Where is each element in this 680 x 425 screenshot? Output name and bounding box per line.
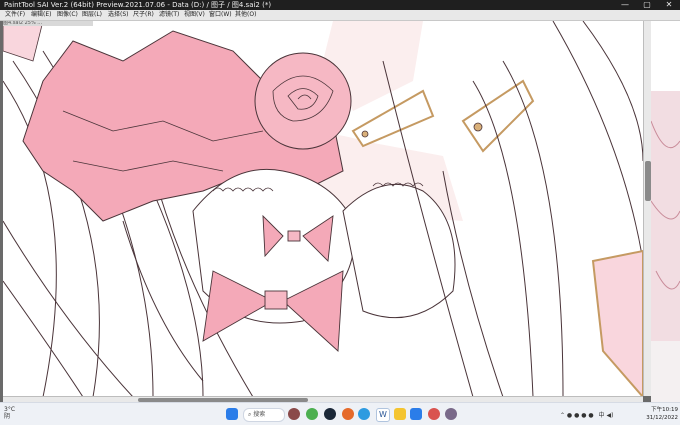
background-window[interactable] <box>651 21 680 402</box>
word-icon[interactable]: W <box>376 408 390 422</box>
close-icon[interactable]: ✕ <box>658 0 680 10</box>
system-tray: ⌃ ● ● ● ● 中 ◀) <box>560 410 640 420</box>
background-artwork <box>651 21 680 341</box>
window-titlebar: PaintTool SAI Ver.2 (64bit) Preview.2021… <box>0 0 680 10</box>
tray-icons[interactable]: ⌃ ● ● ● ● <box>560 412 594 419</box>
artwork <box>3 21 643 397</box>
chrome-icon[interactable] <box>306 408 318 420</box>
clock-time: 下午10:19 <box>651 407 678 413</box>
menu-view[interactable]: 视图(V) <box>182 10 207 20</box>
taskbar: 3°C 阴 ⌕ 搜索 W ⌃ ● ● ● ● 中 ◀) 下午10:19 31/1… <box>0 402 680 425</box>
windows-start-icon[interactable] <box>226 408 238 420</box>
menu-bar: 文件(F) 编辑(E) 图像(C) 图层(L) 选择(S) 尺子(R) 滤镜(T… <box>0 10 680 21</box>
explorer-icon[interactable] <box>394 408 406 420</box>
input-language[interactable]: 中 <box>599 412 605 419</box>
search-label: 搜索 <box>253 411 266 418</box>
window-title: PaintTool SAI Ver.2 (64bit) Preview.2021… <box>4 1 272 9</box>
maximize-icon[interactable]: ▢ <box>636 0 658 10</box>
paint-icon[interactable] <box>445 408 457 420</box>
menu-image[interactable]: 图像(C) <box>55 10 80 20</box>
speaker-icon[interactable]: ◀) <box>606 412 613 419</box>
canvas-tab[interactable]: 图4.sai2 25% ... <box>3 21 93 26</box>
app-icon[interactable] <box>428 408 440 420</box>
minimize-icon[interactable]: — <box>614 0 636 10</box>
taskbar-clock[interactable]: 下午10:19 31/12/2022 <box>646 406 680 424</box>
avatar-icon[interactable] <box>288 408 300 420</box>
drawing-canvas[interactable] <box>3 21 643 397</box>
search-box[interactable]: ⌕ 搜索 <box>243 408 285 422</box>
weather-temp: 3°C <box>4 406 16 413</box>
search-icon: ⌕ <box>248 411 252 418</box>
weather-widget[interactable]: 3°C 阴 <box>4 406 44 424</box>
menu-layer[interactable]: 图层(L) <box>80 10 104 20</box>
weather-text: 阴 <box>4 413 11 420</box>
canvas-frame <box>0 21 651 402</box>
store-icon[interactable] <box>410 408 422 420</box>
clash-icon[interactable] <box>342 408 354 420</box>
menu-window[interactable]: 窗口(W) <box>207 10 234 20</box>
menu-other[interactable]: 其他(O) <box>233 10 258 20</box>
clock-date: 31/12/2022 <box>646 415 678 421</box>
menu-file[interactable]: 文件(F) <box>3 10 27 20</box>
menu-edit[interactable]: 编辑(E) <box>29 10 53 20</box>
menu-ruler[interactable]: 尺子(R) <box>131 10 156 20</box>
steam-icon[interactable] <box>324 408 336 420</box>
menu-filter[interactable]: 滤镜(T) <box>157 10 181 20</box>
edge-icon[interactable] <box>358 408 370 420</box>
menu-select[interactable]: 选择(S) <box>106 10 131 20</box>
